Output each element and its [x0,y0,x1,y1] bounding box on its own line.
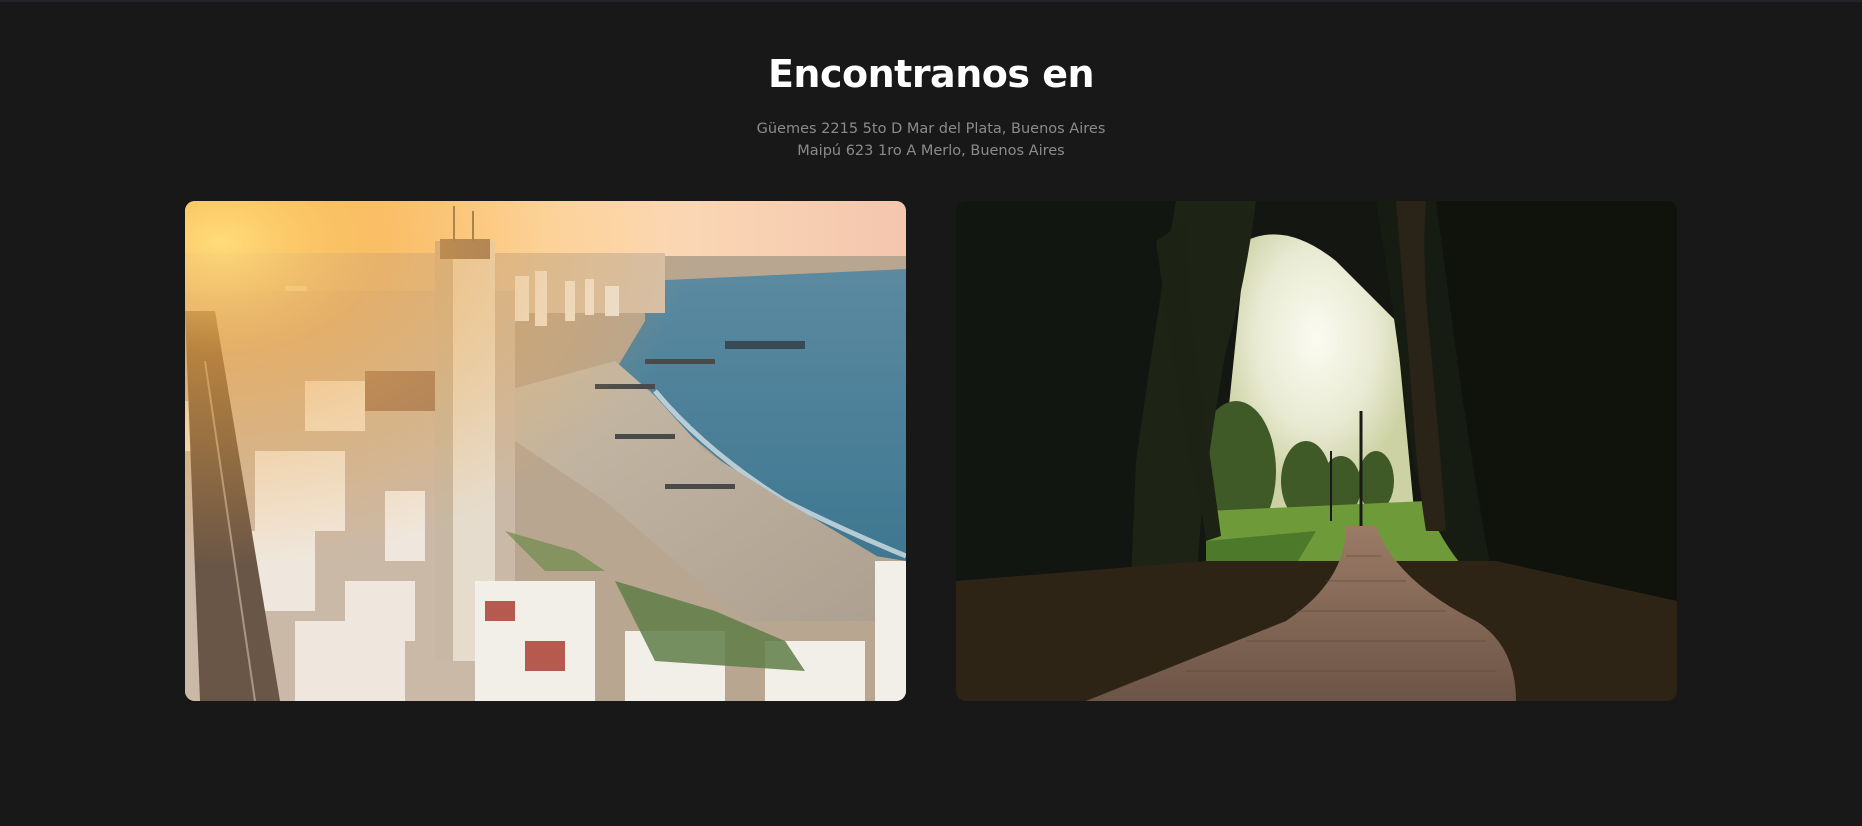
photo-merlo [956,201,1677,701]
address-mar-del-plata: Güemes 2215 5to D Mar del Plata, Buenos … [756,121,1106,137]
locations-section: Encontranos en Güemes 2215 5to D Mar del… [0,0,1862,826]
section-title: Encontranos en [767,52,1095,96]
address-list: Güemes 2215 5to D Mar del Plata, Buenos … [0,118,1862,162]
photo-mar-del-plata [185,201,906,701]
address-merlo: Maipú 623 1ro A Merlo, Buenos Aires [797,143,1065,159]
